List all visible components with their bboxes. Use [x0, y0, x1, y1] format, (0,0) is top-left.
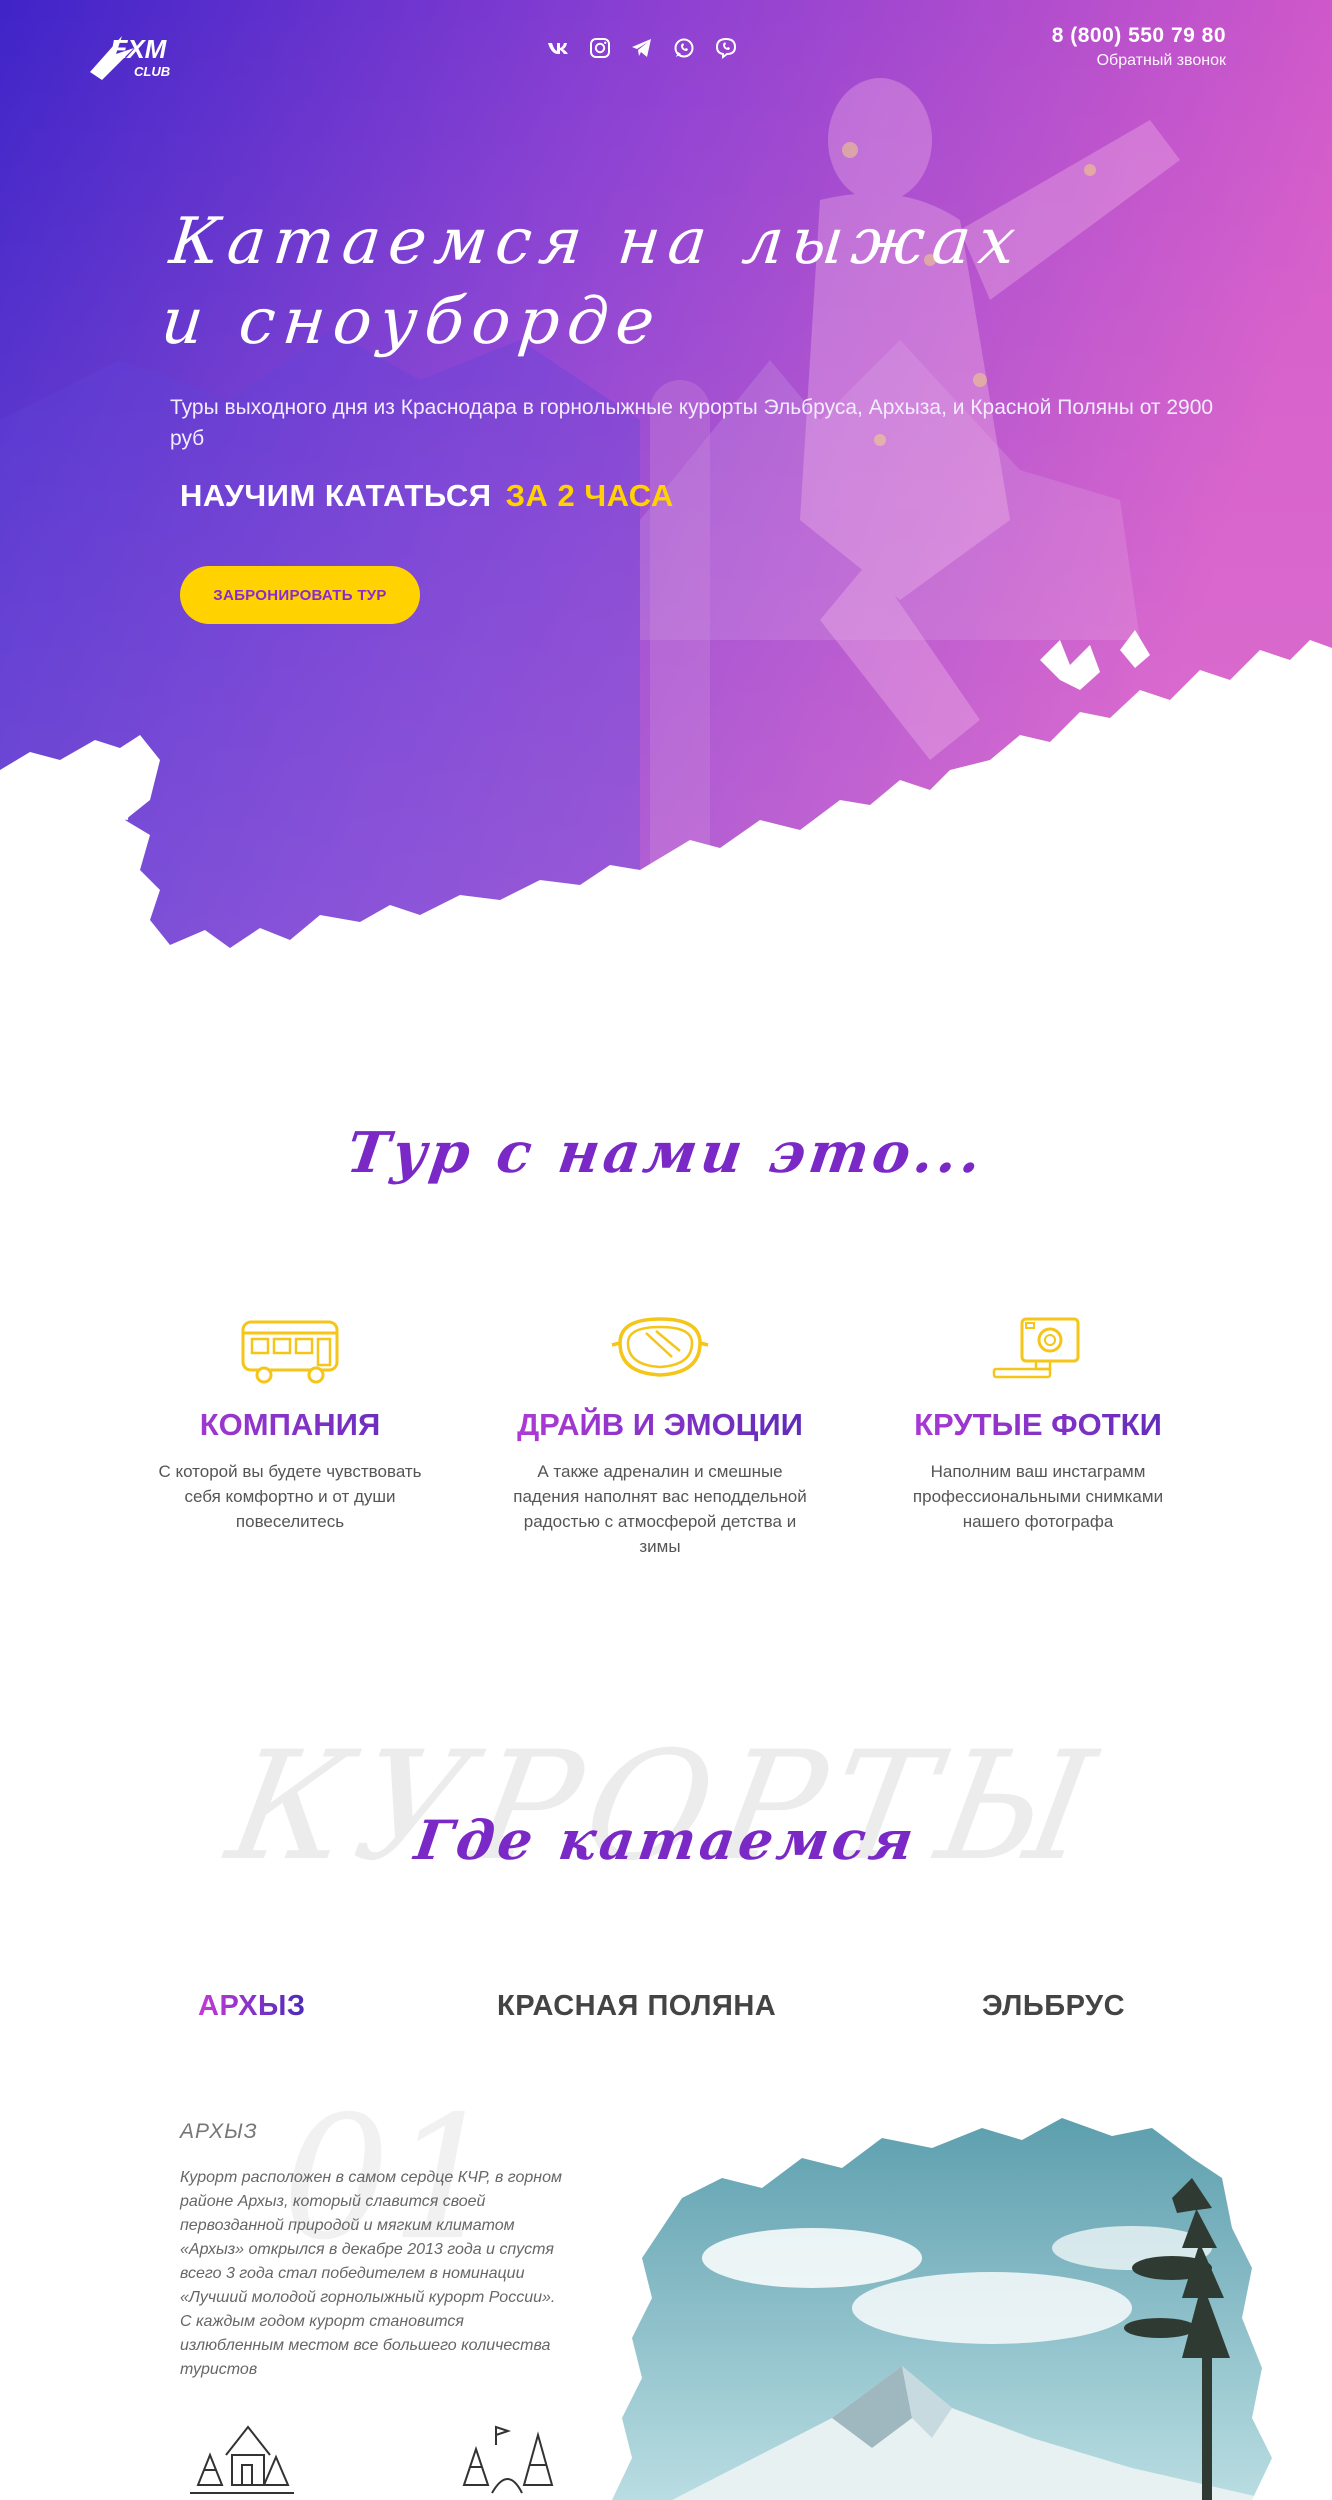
hero-title-line-2: и сноуборде: [157, 285, 666, 359]
hero-promo-accent: ЗА 2 ЧАСА: [505, 478, 674, 513]
camera-icon: [992, 1317, 1080, 1379]
feature-title: КОМПАНИЯ: [140, 1407, 440, 1443]
resort-photo: [612, 2118, 1272, 2500]
tab-krasnaya-polyana[interactable]: КРАСНАЯ ПОЛЯНА: [497, 1990, 776, 2023]
book-tour-button[interactable]: ЗАБРОНИРОВАТЬ ТУР: [180, 566, 420, 624]
features-title: Тур с нами это...: [342, 1120, 990, 1186]
bus-icon: [241, 1320, 339, 1384]
telegram-icon[interactable]: [630, 36, 654, 60]
feature-item: КРУТЫЕ ФОТКИ Наполним ваш инстаграмм про…: [888, 1305, 1188, 1534]
ski-slope-icon: [448, 2415, 558, 2500]
svg-text:EXM: EXM: [110, 34, 168, 64]
goggles-icon: [611, 1317, 709, 1377]
callback-link[interactable]: Обратный звонок: [1052, 52, 1226, 70]
feature-item: ДРАЙВ И ЭМОЦИИ А также адреналин и смешн…: [510, 1305, 810, 1559]
header-contact: 8 (800) 550 79 80 Обратный звонок: [1052, 24, 1226, 70]
viber-icon[interactable]: [714, 36, 738, 60]
hero-promo-text: НАУЧИМ КАТАТЬСЯ: [180, 478, 492, 513]
resorts-title: Где катаемся: [410, 1808, 922, 1872]
hero-title: Катаемся на лыжах и сноуборде: [158, 202, 1075, 362]
phone-link[interactable]: 8 (800) 550 79 80: [1052, 24, 1226, 48]
feature-text: С которой вы будете чувствовать себя ком…: [158, 1462, 422, 1531]
resort-description: Курорт расположен в самом сердце КЧР, в …: [180, 2169, 562, 2378]
hero-section: EXM CLUB 8 (800) 550 79 80 Обратный звон…: [0, 0, 1332, 960]
instagram-icon[interactable]: [588, 36, 612, 60]
feature-text: А также адреналин и смешные падения напо…: [513, 1462, 807, 1556]
vk-icon[interactable]: [546, 36, 570, 60]
whatsapp-icon[interactable]: [672, 36, 696, 60]
svg-text:CLUB: CLUB: [134, 64, 170, 79]
feature-title: КРУТЫЕ ФОТКИ: [888, 1407, 1188, 1443]
logo[interactable]: EXM CLUB: [82, 20, 192, 80]
hero-subtitle: Туры выходного дня из Краснодара в горно…: [170, 396, 1214, 450]
tab-arkhyz[interactable]: АРХЫЗ: [198, 1990, 306, 2023]
hero-promo: НАУЧИМ КАТАТЬСЯ ЗА 2 ЧАСА: [180, 478, 674, 514]
features-list: КОМПАНИЯ С которой вы будете чувствовать…: [140, 1305, 1190, 1565]
cabin-icon: [186, 2415, 296, 2500]
logo-mark-icon: EXM CLUB: [90, 34, 170, 80]
resort-name: АРХЫЗ: [180, 2120, 258, 2143]
hero-title-line-1: Катаемся на лыжах: [166, 205, 1027, 279]
tab-elbrus[interactable]: ЭЛЬБРУС: [982, 1990, 1125, 2023]
social-links: [546, 36, 738, 60]
feature-title: ДРАЙВ И ЭМОЦИИ: [510, 1407, 810, 1443]
resort-tabs: АРХЫЗ КРАСНАЯ ПОЛЯНА ЭЛЬБРУС: [0, 1990, 1332, 2040]
feature-item: КОМПАНИЯ С которой вы будете чувствовать…: [140, 1305, 440, 1534]
feature-text: Наполним ваш инстаграмм профессиональным…: [912, 1462, 1164, 1531]
